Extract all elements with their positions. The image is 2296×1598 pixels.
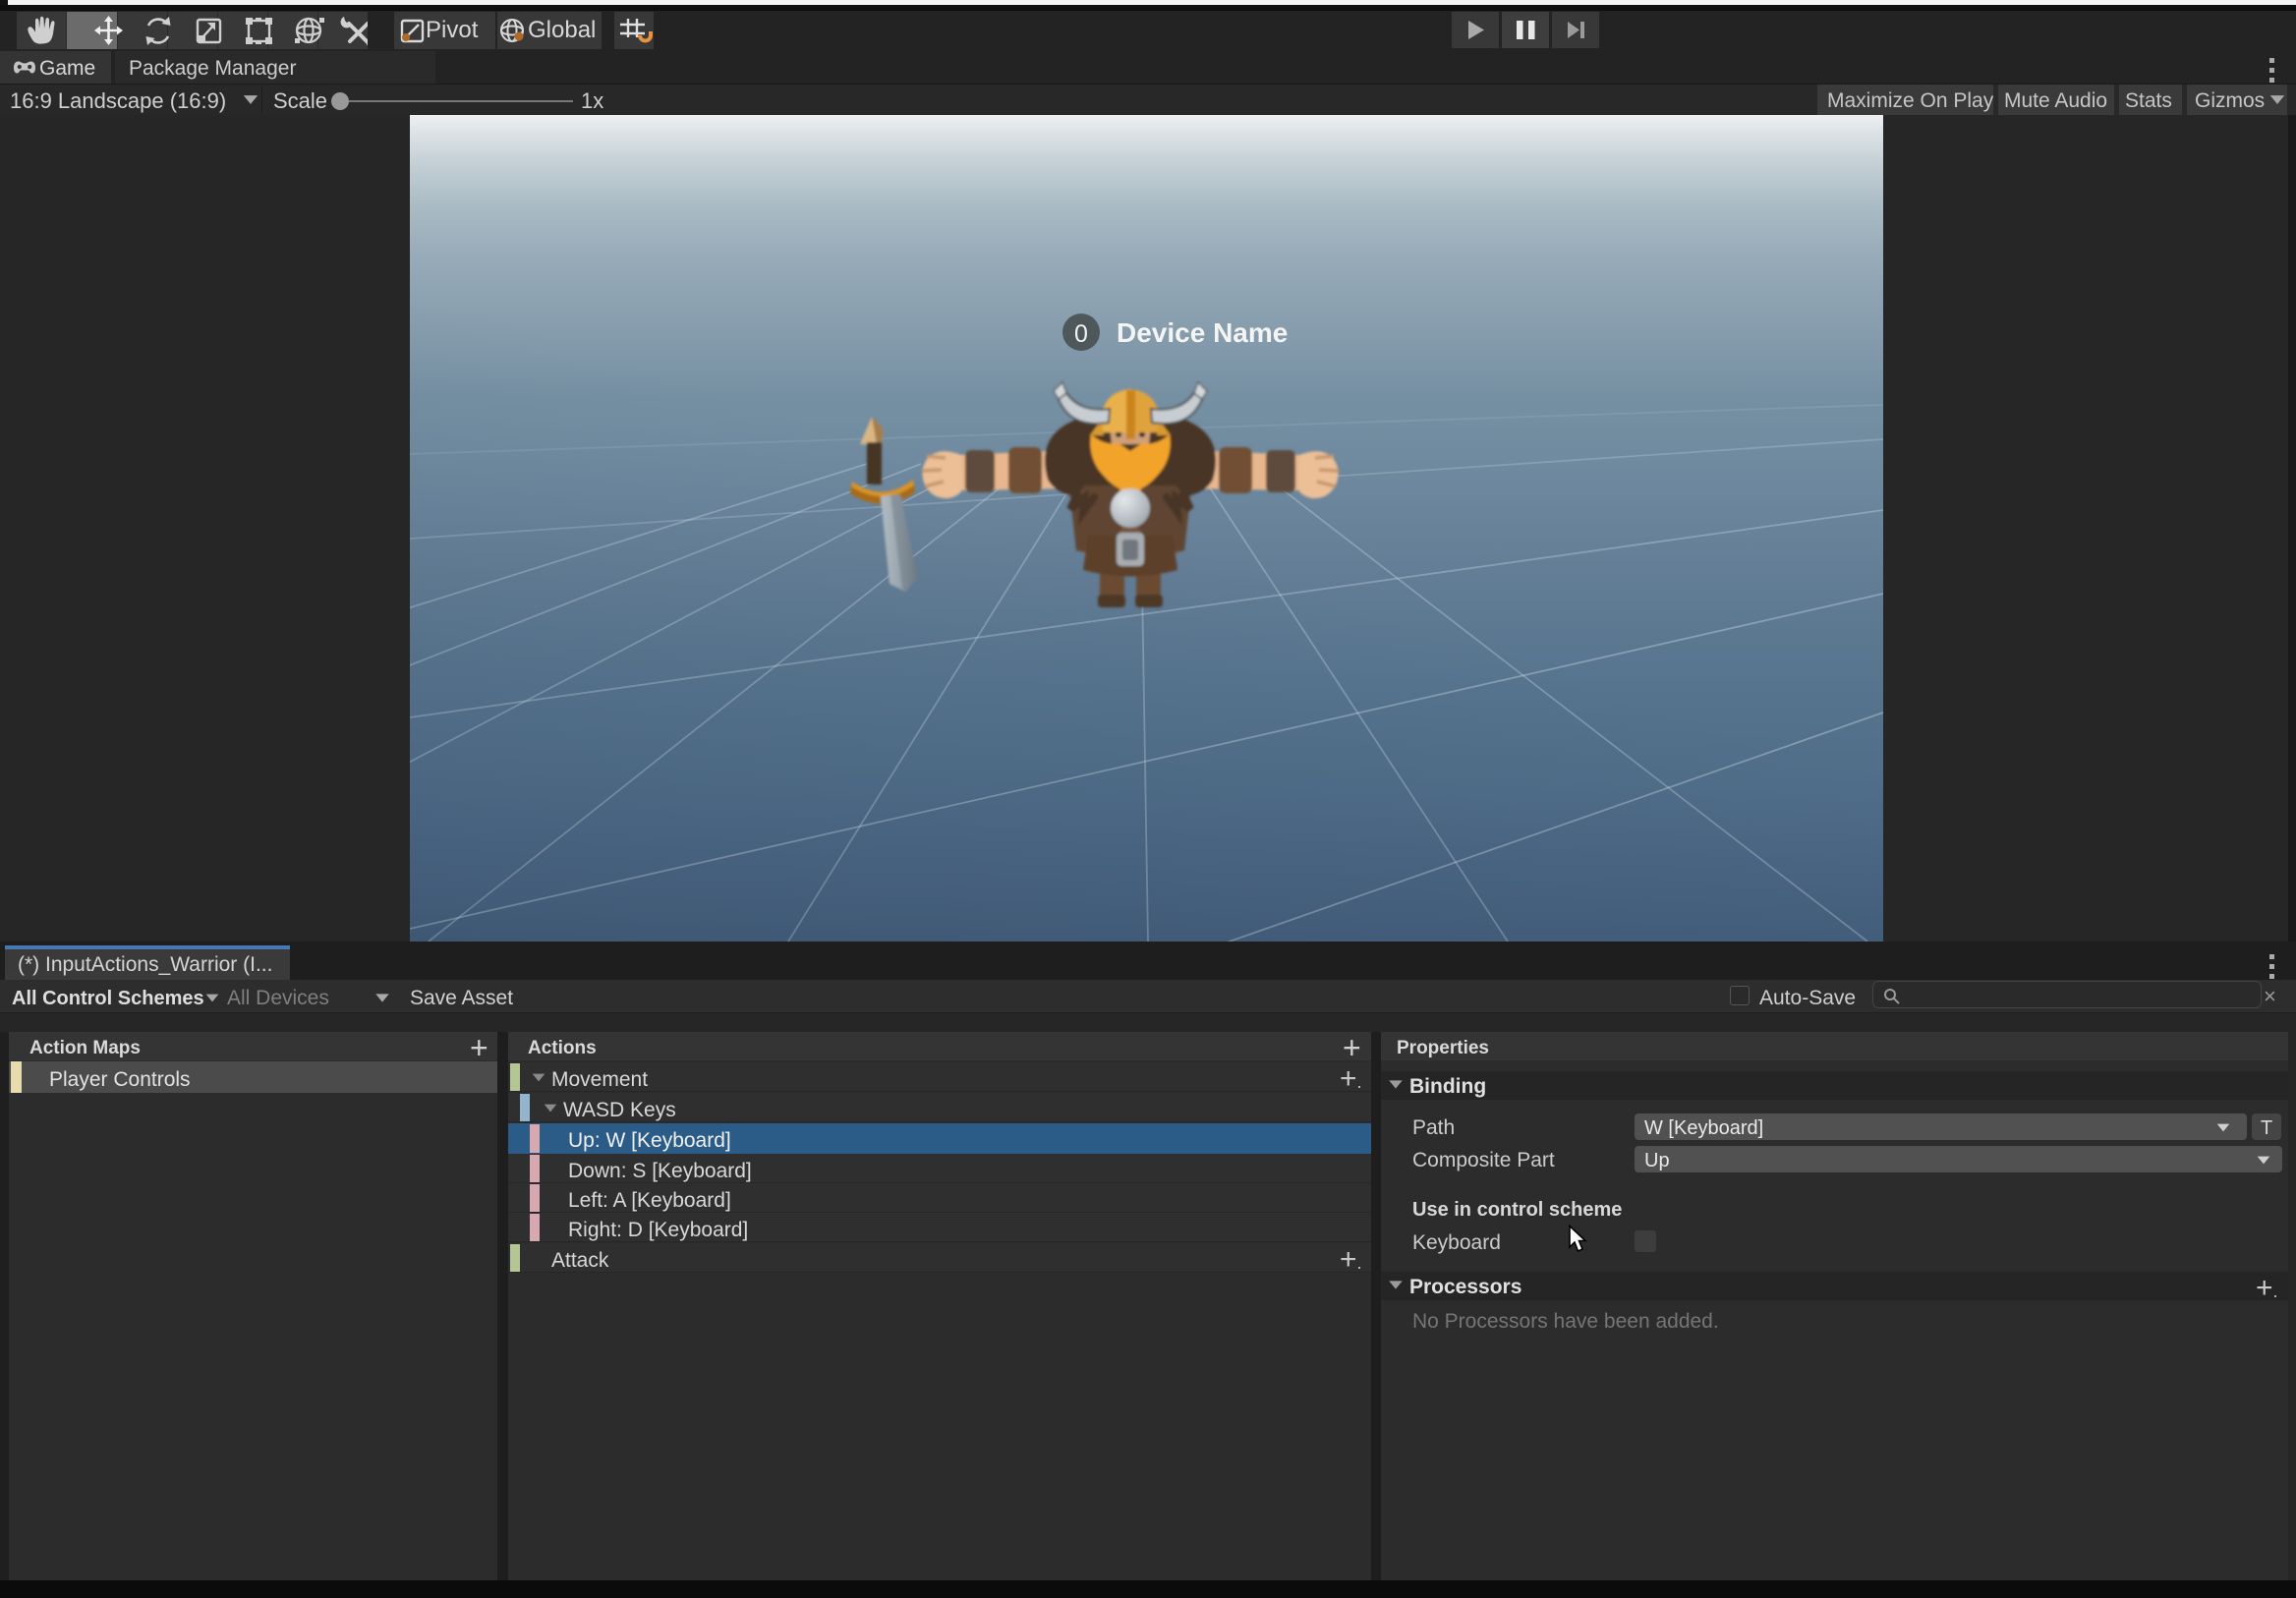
- svg-text:0: 0: [1074, 320, 1088, 348]
- svg-text:Device Name: Device Name: [1117, 317, 1288, 348]
